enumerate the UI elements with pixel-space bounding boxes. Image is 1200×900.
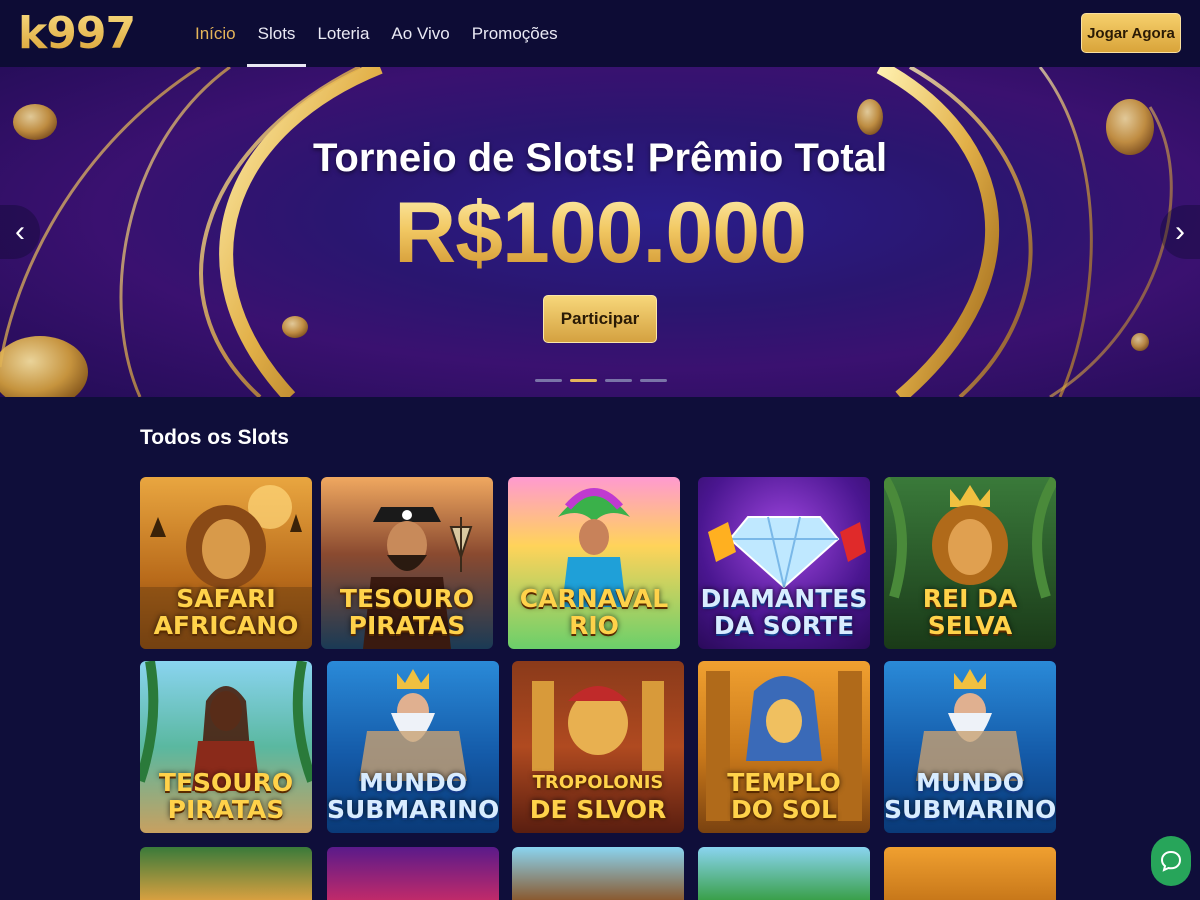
game-card-diamantes-da-sorte[interactable]: DIAMANTES DA SORTE [698, 477, 870, 649]
game-title-line1: TESOURO [158, 768, 294, 797]
chevron-left-icon: ‹ [15, 215, 25, 248]
slide-dot[interactable] [640, 379, 667, 382]
slide-indicators [535, 379, 667, 382]
game-card-carnaval-rio[interactable]: CARNAVAL RIO [508, 477, 680, 649]
game-card-tesouro-piratas[interactable]: TESOURO PIRATAS [321, 477, 493, 649]
game-title-line2: PIRATAS [167, 795, 285, 824]
site-logo[interactable]: k997 [18, 8, 136, 59]
game-card-partial[interactable] [698, 847, 870, 900]
game-title-line1: TROPOLONIS [532, 772, 664, 793]
chevron-right-icon: › [1175, 215, 1185, 248]
game-title-line2: RIO [569, 611, 619, 640]
game-title-line1: TEMPLO [727, 768, 841, 797]
nav-item-loteria[interactable]: Loteria [306, 0, 380, 67]
banner-title: Torneio de Slots! Prêmio Total [312, 136, 888, 180]
slide-dot-active[interactable] [570, 379, 597, 382]
game-title-line1: MUNDO [915, 768, 1025, 797]
participate-button[interactable]: Participar [543, 295, 657, 343]
banner-prize-amount: R$100.000 [0, 184, 1200, 283]
game-title-line2: SUBMARINO [327, 795, 499, 824]
slide-dot[interactable] [535, 379, 562, 382]
game-card-rei-da-selva[interactable]: REI DA SELVA [884, 477, 1056, 649]
nav-item-inicio[interactable]: Início [184, 0, 247, 67]
section-title: Todos os Slots [140, 426, 289, 449]
top-header: k997 Início Slots Loteria Ao Vivo Promoç… [0, 0, 1200, 67]
game-card-tesouro-piratas-2[interactable]: TESOURO PIRATAS [140, 661, 312, 833]
nav-item-slots[interactable]: Slots [246, 0, 307, 67]
game-card-mundo-submarino-2[interactable]: MUNDO SUBMARINO [884, 661, 1056, 833]
chat-bubble-icon [1160, 850, 1182, 872]
live-chat-button[interactable] [1151, 836, 1191, 886]
game-card-partial[interactable] [140, 847, 312, 900]
play-now-button[interactable]: Jogar Agora [1081, 13, 1181, 53]
main-nav: Início Slots Loteria Ao Vivo Promoções [184, 0, 569, 67]
game-title-line2: PIRATAS [348, 611, 466, 640]
promo-banner: Torneio de Slots! Prêmio Total R$100.000… [0, 67, 1200, 397]
game-title-line1: REI DA [922, 584, 1018, 613]
game-title-line1: SAFARI [176, 584, 276, 613]
game-title-line2: SELVA [927, 611, 1013, 640]
game-card-templo-do-sol[interactable]: TEMPLO DO SOL [698, 661, 870, 833]
game-card-mundo-submarino[interactable]: MUNDO SUBMARINO [327, 661, 499, 833]
game-title-line2: SUBMARINO [884, 795, 1056, 824]
game-title-line1: CARNAVAL [519, 584, 669, 613]
game-card-partial[interactable] [327, 847, 499, 900]
slide-dot[interactable] [605, 379, 632, 382]
game-card-safari-africano[interactable]: SAFARI AFRICANO [140, 477, 312, 649]
game-card-partial[interactable] [884, 847, 1056, 900]
game-title-line1: MUNDO [358, 768, 468, 797]
nav-item-ao-vivo[interactable]: Ao Vivo [380, 0, 460, 67]
game-title-line2: DA SORTE [713, 611, 855, 640]
game-title-line1: TESOURO [339, 584, 475, 613]
game-card-partial[interactable] [512, 847, 684, 900]
nav-item-promocoes[interactable]: Promoções [461, 0, 569, 67]
game-title-line2: AFRICANO [153, 611, 299, 640]
game-title-line2: DO SOL [731, 795, 837, 824]
game-card-tropolonis-de-slvor[interactable]: TROPOLONIS DE SLVOR [512, 661, 684, 833]
game-title-line1: DIAMANTES [700, 584, 868, 613]
game-title-line2: DE SLVOR [529, 795, 667, 824]
